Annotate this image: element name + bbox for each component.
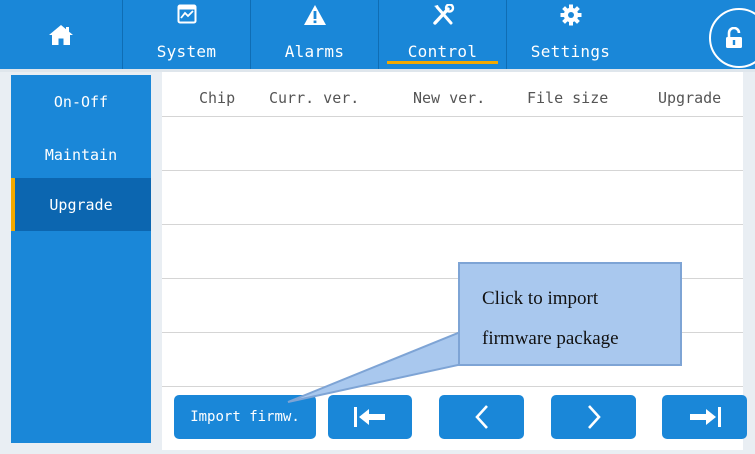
active-tab-indicator [387,61,498,64]
gear-icon [560,4,581,26]
next-page-button[interactable] [551,395,636,439]
top-nav-bar: System Alarms Control Settings [0,0,755,69]
column-header-chip: Chip [199,89,236,107]
home-button[interactable] [0,0,123,69]
callout-box: Click to import firmware package [458,262,682,366]
active-item-indicator [11,178,15,231]
last-page-button[interactable] [662,395,747,439]
callout-text-line2: firmware package [482,328,619,349]
sidebar-item-maintain[interactable]: Maintain [11,128,151,181]
sidebar-item-upgrade[interactable]: Upgrade [11,178,151,231]
tab-label: Alarms [284,42,345,61]
sidebar-item-label: On-Off [53,92,109,111]
column-header-file-size: File size [527,89,609,107]
tab-label: Settings [530,42,611,61]
tab-label: Control [407,42,478,61]
sidebar: On-Off Maintain Upgrade [11,75,151,443]
prev-page-icon [474,405,488,429]
lock-button[interactable] [709,8,755,68]
sidebar-item-on-off[interactable]: On-Off [11,75,151,128]
tab-alarms[interactable]: Alarms [251,0,378,69]
table-row [162,224,743,225]
next-page-icon [587,405,601,429]
sidebar-item-label: Upgrade [49,195,113,214]
column-header-current-version: Curr. ver. [269,89,360,107]
tab-label: System [156,42,217,61]
sidebar-item-label: Maintain [44,145,118,164]
warning-icon [303,5,326,25]
column-header-upgrade: Upgrade [658,89,722,107]
callout-text-line1: Click to import [482,288,599,309]
tools-icon [432,4,454,25]
table-row [162,116,743,117]
last-page-icon [689,407,721,427]
tab-settings[interactable]: Settings [507,0,634,69]
column-header-new-version: New ver. [413,89,486,107]
home-icon [49,24,73,45]
tab-control[interactable]: Control [379,0,506,69]
tab-system[interactable]: System [123,0,250,69]
chart-window-icon [177,4,196,24]
first-page-button[interactable] [328,395,412,439]
first-page-icon [354,407,385,427]
import-firmware-label: Import firmw. [190,409,300,425]
upgrade-panel: Chip Curr. ver. New ver. File size Upgra… [162,72,747,450]
table-row [162,386,743,387]
prev-page-button[interactable] [439,395,524,439]
unlock-icon [726,27,742,48]
import-firmware-button[interactable]: Import firmw. [174,395,316,439]
table-row [162,170,743,171]
